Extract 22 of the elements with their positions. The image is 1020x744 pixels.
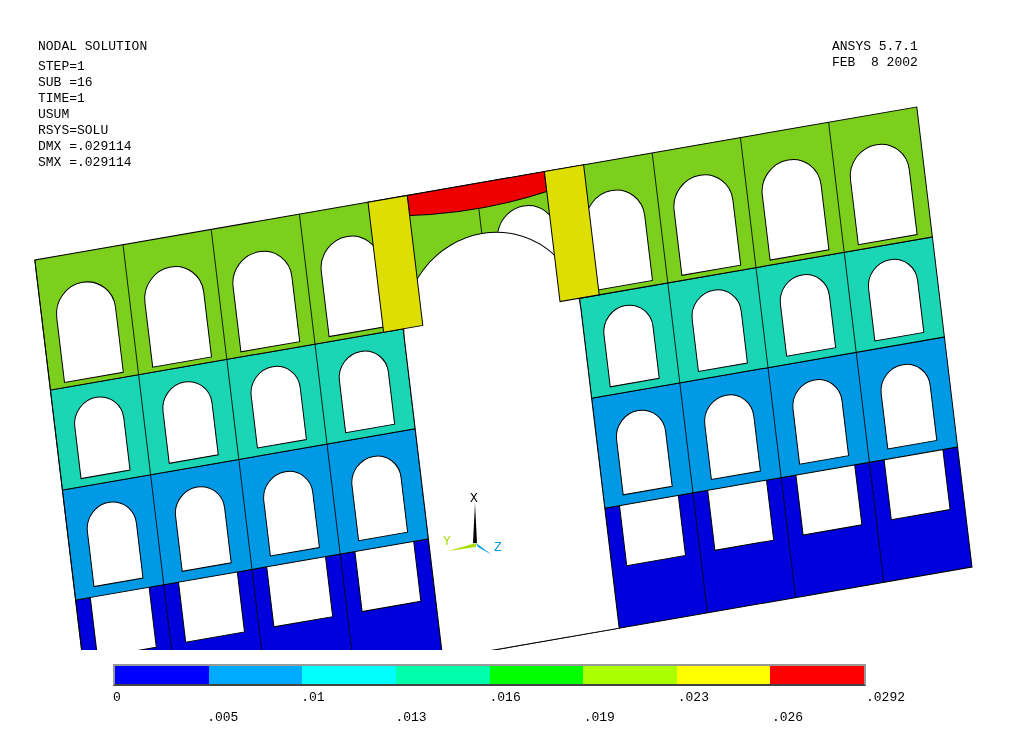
axis-label: X <box>470 493 478 506</box>
solution-info-line: STEP=1 <box>38 59 85 75</box>
scale-value: .005 <box>207 710 239 726</box>
axis-label: Z <box>494 540 502 555</box>
solution-info-line: TIME=1 <box>38 91 85 107</box>
solution-info-line: RSYS=SOLU <box>38 123 109 139</box>
solution-info-line: SUB =16 <box>38 75 93 91</box>
solution-info-line: DMX =.029114 <box>38 139 132 155</box>
scale-value: .0292 <box>866 690 905 706</box>
scale-value: .019 <box>583 710 615 726</box>
scale-value: .026 <box>771 710 804 726</box>
axis-label: Y <box>443 534 451 549</box>
scale-value: 0 <box>113 690 121 706</box>
scale-value: .023 <box>677 690 709 706</box>
plot-date: FEB 8 2002 <box>832 55 918 71</box>
plot-title: NODAL SOLUTION <box>38 39 148 55</box>
scale-value: .01 <box>301 690 325 706</box>
program-version: ANSYS 5.7.1 <box>832 39 918 55</box>
solution-info-line: USUM <box>38 107 70 123</box>
scale-value: .013 <box>395 710 427 726</box>
solution-info-line: SMX =.029114 <box>38 155 132 171</box>
scale-value: .016 <box>489 690 521 706</box>
